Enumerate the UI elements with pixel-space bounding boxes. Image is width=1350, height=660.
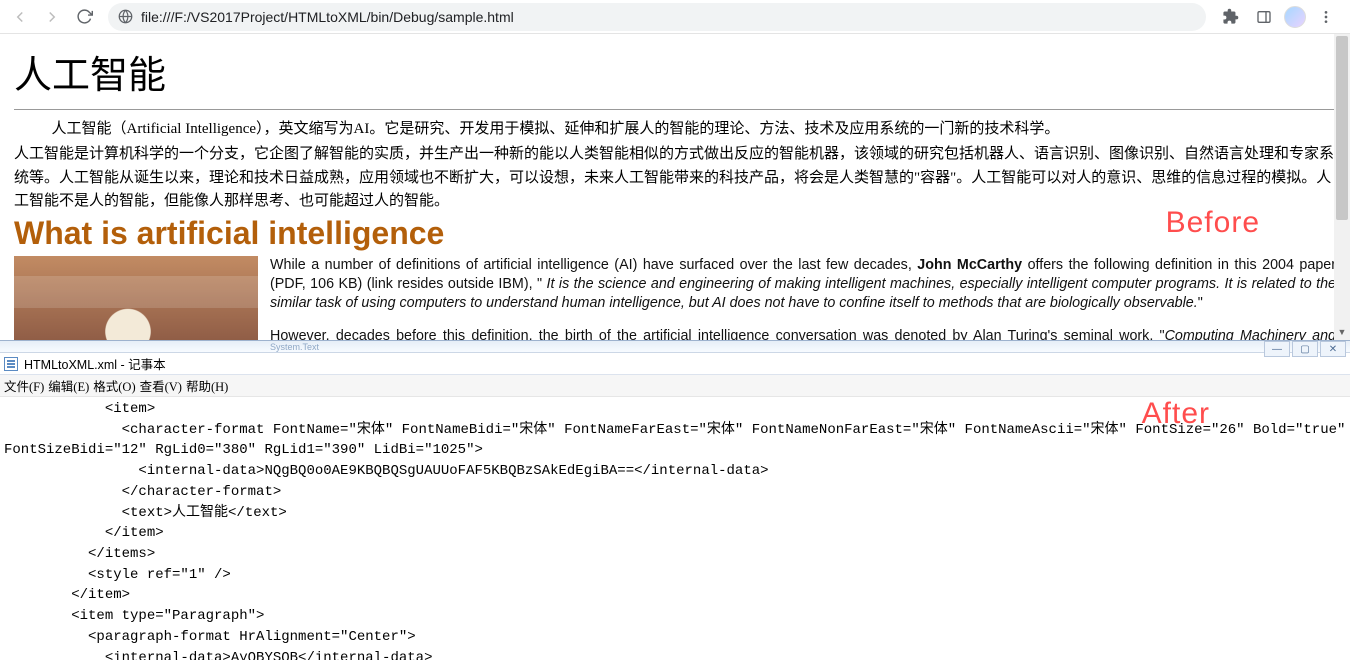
profile-avatar[interactable] [1284,6,1306,28]
scrollbar-thumb[interactable] [1336,36,1348,220]
notepad-titlebar[interactable]: HTMLtoXML.xml - 记事本 — ▢ ✕ [0,353,1350,375]
url-text: file:///F:/VS2017Project/HTMLtoXML/bin/D… [141,9,514,25]
article-block: While a number of definitions of artific… [14,256,1336,340]
minimize-button[interactable]: — [1264,341,1290,357]
intro-paragraph-2: 人工智能是计算机科学的一个分支，它企图了解智能的实质，并生产出一种新的能以人类智… [14,143,1336,213]
site-info-icon[interactable] [118,9,133,24]
article-text: While a number of definitions of artific… [270,256,1336,340]
menu-view[interactable]: 查看(V) [140,376,182,395]
notepad-window: System.Text HTMLtoXML.xml - 记事本 — ▢ ✕ 文件… [0,340,1350,660]
browser-toolbar: file:///F:/VS2017Project/HTMLtoXML/bin/D… [0,0,1350,34]
notepad-menubar: 文件(F) 编辑(E) 格式(O) 查看(V) 帮助(H) [0,375,1350,397]
divider [14,109,1336,110]
vertical-scrollbar[interactable]: ▲ ▼ [1334,34,1350,340]
section-heading: What is artificial intelligence [14,215,1336,252]
maximize-button[interactable]: ▢ [1292,341,1318,357]
page-title: 人工智能 [14,44,1336,99]
article-image [14,256,258,340]
forward-button[interactable] [38,3,66,31]
notepad-body[interactable]: <item> <character-format FontName="宋体" F… [0,397,1350,660]
scroll-down-icon[interactable]: ▼ [1334,324,1350,340]
close-button[interactable]: ✕ [1320,341,1346,357]
menu-edit[interactable]: 编辑(E) [48,376,89,395]
extensions-icon[interactable] [1216,3,1244,31]
intro-paragraph-1: 人工智能（Artificial Intelligence），英文缩写为AI。它是… [14,118,1336,141]
notepad-app-icon [4,357,18,371]
menu-format[interactable]: 格式(O) [93,376,135,395]
author-name: John McCarthy [917,257,1022,273]
side-panel-icon[interactable] [1250,3,1278,31]
before-label: Before [1166,206,1260,240]
menu-icon[interactable] [1312,3,1340,31]
background-window-strip: System.Text [0,341,1350,353]
address-bar[interactable]: file:///F:/VS2017Project/HTMLtoXML/bin/D… [108,3,1206,31]
notepad-title-text: HTMLtoXML.xml - 记事本 [24,354,166,373]
page-content: 人工智能 人工智能（Artificial Intelligence），英文缩写为… [0,34,1350,340]
back-button[interactable] [6,3,34,31]
menu-file[interactable]: 文件(F) [4,376,44,395]
reload-button[interactable] [70,3,98,31]
after-label: After [1142,397,1210,431]
menu-help[interactable]: 帮助(H) [186,376,228,395]
